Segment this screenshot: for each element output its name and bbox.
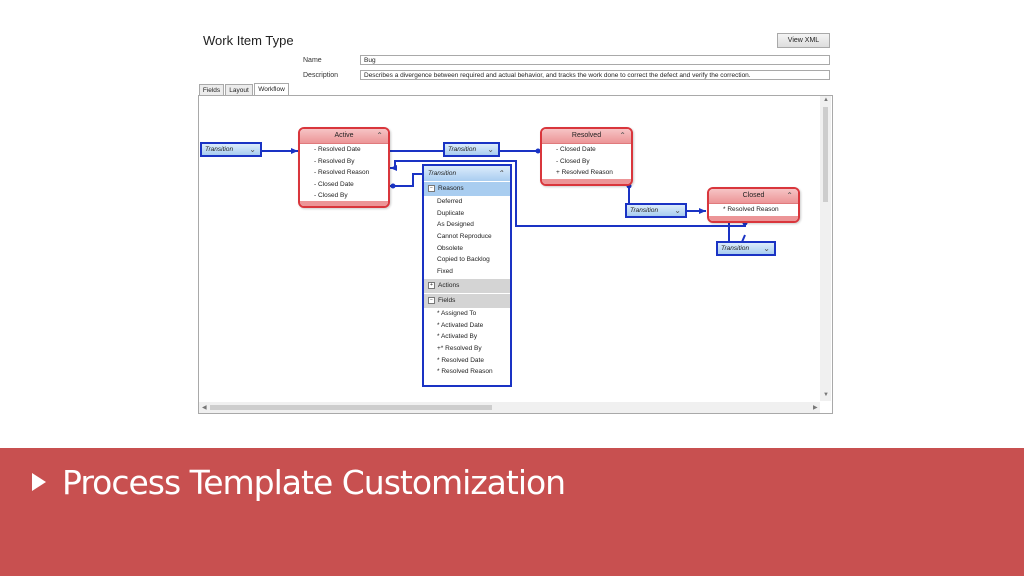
state-header: Active ⌃ [300,129,388,144]
transition-resolved-closed[interactable]: Transition ⌄ [625,203,687,218]
reason-item: As Designed [437,221,474,229]
field-rule-item: * Resolved Reason [437,368,493,376]
plus-box-icon[interactable]: + [428,281,435,289]
minus-box-icon[interactable]: − [428,184,435,192]
state-header: Resolved ⌃ [542,129,631,144]
scroll-up-icon[interactable]: ▲ [823,97,829,103]
state-name: Active [334,132,354,139]
transition-detail-panel[interactable]: Transition ⌃ − Reasons Deferred Duplicate… [422,164,512,387]
workflow-connectors [262,148,748,243]
play-triangle-icon [32,473,46,491]
reasons-section-header[interactable]: − Reasons [424,182,510,196]
state-closed[interactable]: Closed ⌃ * Resolved Reason [707,187,800,223]
transition-detail-header: Transition ⌃ [424,166,510,181]
state-field: - Closed By [556,157,590,165]
field-rule-item: * Resolved Date [437,356,484,364]
minus-box-icon[interactable]: − [428,296,435,304]
state-field: * Resolved Reason [723,206,779,213]
vertical-scroll-thumb[interactable] [823,107,828,202]
double-chevron-up-icon[interactable]: ⌃ [786,189,793,203]
scroll-down-icon[interactable]: ▼ [823,392,829,398]
transition-closed-active[interactable]: Transition ⌄ [716,241,776,256]
reason-item: Deferred [437,198,463,205]
fields-section-header[interactable]: − Fields [424,293,510,308]
state-active[interactable]: Active ⌃ - Resolved Date - Resolved By -… [298,127,390,208]
double-chevron-up-icon[interactable]: ⌃ [497,166,504,181]
state-footer [542,179,631,184]
state-footer [300,201,388,206]
work-item-type-editor: Work Item Type View XML Name Bug Descrip… [0,0,1024,448]
state-footer [709,216,798,221]
transition-label: Transition [448,146,477,153]
state-name: Resolved [571,132,602,139]
state-name: Closed [742,192,765,199]
double-chevron-down-icon[interactable]: ⌄ [249,144,256,155]
state-field: - Closed By [314,192,348,199]
double-chevron-down-icon[interactable]: ⌄ [674,205,681,216]
state-field: + Resolved Reason [556,169,613,176]
state-field: - Closed Date [314,180,354,188]
reason-item: Fixed [437,268,453,276]
transition-label: Transition [205,146,234,153]
actions-label: Actions [438,281,460,289]
double-chevron-down-icon[interactable]: ⌄ [763,243,770,254]
transition-initial[interactable]: Transition ⌄ [200,142,262,157]
transition-label: Transition [721,245,750,252]
transition-detail-title: Transition [428,170,457,177]
field-rule-item: +* Resolved By [437,344,482,352]
state-header: Closed ⌃ [709,189,798,204]
double-chevron-down-icon[interactable]: ⌄ [487,144,494,155]
scroll-right-icon[interactable]: ▶ [813,404,818,411]
transition-active-resolved[interactable]: Transition ⌄ [443,142,500,157]
state-field: - Resolved Reason [314,169,370,176]
transition-label: Transition [630,207,659,214]
double-chevron-up-icon[interactable]: ⌃ [376,129,383,143]
state-field: - Resolved Date [314,146,361,153]
field-rule-item: * Activated By [437,333,478,341]
fields-label: Fields [438,296,456,304]
state-field: - Resolved By [314,157,355,165]
scroll-left-icon[interactable]: ◀ [202,404,207,411]
reason-item: Obsolete [437,244,464,252]
field-rule-item: * Activated Date [437,321,484,329]
reasons-label: Reasons [438,185,464,192]
field-rule-item: * Assigned To [437,309,477,317]
double-chevron-up-icon[interactable]: ⌃ [619,129,626,143]
actions-section-header[interactable]: + Actions [424,278,510,293]
reason-item: Duplicate [437,209,465,217]
reason-item: Copied to Backlog [437,256,490,264]
state-resolved[interactable]: Resolved ⌃ - Closed Date - Closed By + R… [540,127,633,186]
state-field: - Closed Date [556,146,596,153]
banner-title: Process Template Customization [62,463,566,502]
horizontal-scroll-thumb[interactable] [210,405,492,410]
reason-item: Cannot Reproduce [437,233,492,241]
